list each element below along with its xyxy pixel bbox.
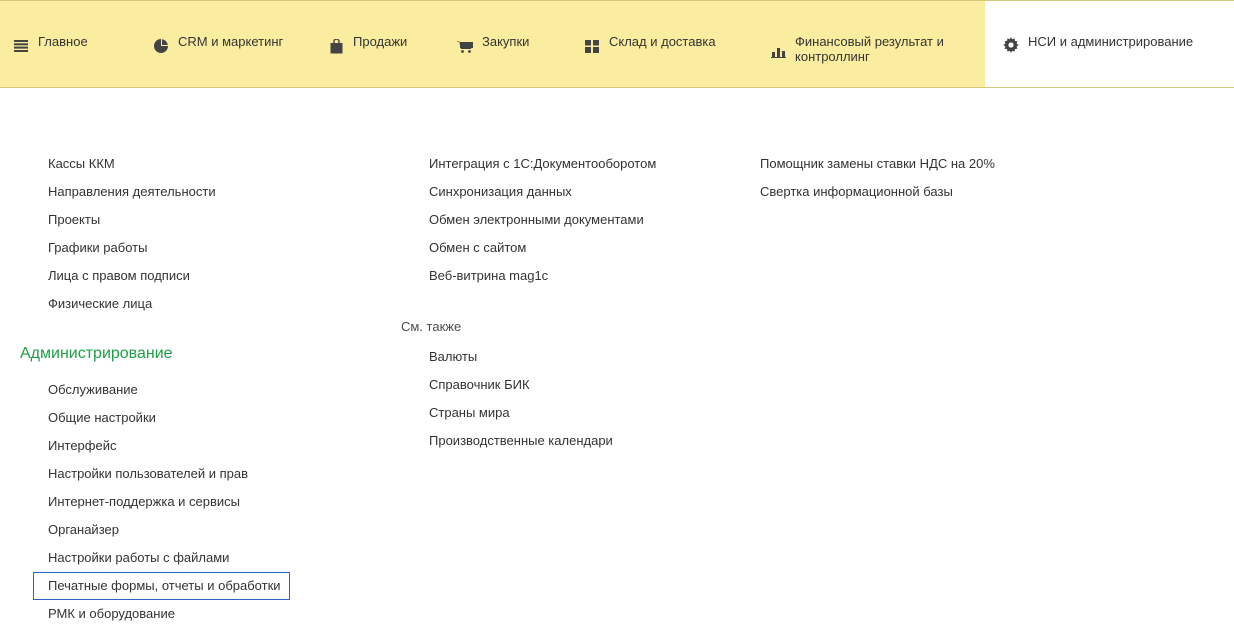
link-bik-directory[interactable]: Справочник БИК [429, 371, 613, 399]
link-production-calendars[interactable]: Производственные календари [429, 427, 613, 455]
link-individuals[interactable]: Физические лица [48, 290, 216, 318]
tab-label: Склад и доставка [609, 34, 716, 49]
link-file-settings[interactable]: Настройки работы с файлами [48, 544, 289, 572]
link-data-sync[interactable]: Синхронизация данных [429, 178, 656, 206]
link-print-forms-reports[interactable]: Печатные формы, отчеты и обработки [33, 572, 290, 600]
link-vat-rate-assistant[interactable]: Помощник замены ставки НДС на 20% [760, 150, 995, 178]
link-currencies[interactable]: Валюты [429, 343, 613, 371]
link-pos-equipment[interactable]: РМК и оборудование [48, 600, 289, 628]
tab-label: Продажи [353, 34, 408, 49]
link-user-rights-settings[interactable]: Настройки пользователей и прав [48, 460, 289, 488]
link-cash-registers[interactable]: Кассы ККМ [48, 150, 216, 178]
shopping-bag-icon [327, 37, 345, 55]
link-docflow-integration[interactable]: Интеграция с 1С:Документооборотом [429, 150, 656, 178]
section-title-administration: Администрирование [20, 345, 173, 362]
link-work-schedules[interactable]: Графики работы [48, 234, 216, 262]
link-edi-exchange[interactable]: Обмен электронными документами [429, 206, 656, 234]
link-infobase-compression[interactable]: Свертка информационной базы [760, 178, 995, 206]
link-general-settings[interactable]: Общие настройки [48, 404, 289, 432]
column-see-also: Валюты Справочник БИК Страны мира Произв… [429, 343, 613, 455]
link-organizer[interactable]: Органайзер [48, 516, 289, 544]
pie-chart-icon [152, 37, 170, 55]
link-web-showcase[interactable]: Веб-витрина mag1c [429, 262, 656, 290]
column-references: Кассы ККМ Направления деятельности Проек… [48, 150, 216, 318]
tab-main[interactable]: Главное [12, 1, 88, 87]
tab-crm-marketing[interactable]: CRM и маркетинг [152, 1, 283, 87]
tab-label: Закупки [482, 34, 530, 49]
tab-label: Главное [38, 34, 88, 49]
link-print-forms-reports-label: Печатные формы, отчеты и обработки [33, 572, 290, 600]
gear-icon [1002, 36, 1020, 54]
link-business-areas[interactable]: Направления деятельности [48, 178, 216, 206]
bar-chart-icon [769, 43, 787, 61]
link-maintenance[interactable]: Обслуживание [48, 376, 289, 404]
warehouse-icon [583, 37, 601, 55]
tab-sales[interactable]: Продажи [327, 1, 407, 87]
section-title-see-also: См. также [401, 319, 462, 334]
link-projects[interactable]: Проекты [48, 206, 216, 234]
column-services: Помощник замены ставки НДС на 20% Свертк… [760, 150, 995, 206]
top-navigation-bar: Главное CRM и маркетинг Продажи Закупки … [0, 0, 1234, 88]
tab-warehouse-delivery[interactable]: Склад и доставка [583, 1, 716, 87]
tab-financial-result[interactable]: Финансовый результат и контроллинг [769, 1, 967, 87]
column-integration: Интеграция с 1С:Документооборотом Синхро… [429, 150, 656, 290]
tab-label: Финансовый результат и контроллинг [795, 34, 944, 64]
link-site-exchange[interactable]: Обмен с сайтом [429, 234, 656, 262]
cart-icon [456, 37, 474, 55]
link-interface[interactable]: Интерфейс [48, 432, 289, 460]
tab-purchases[interactable]: Закупки [456, 1, 529, 87]
link-world-countries[interactable]: Страны мира [429, 399, 613, 427]
tab-nsi-administration[interactable]: НСИ и администрирование [985, 1, 1234, 87]
tab-label: CRM и маркетинг [178, 34, 284, 49]
menu-icon [12, 37, 30, 55]
link-internet-support[interactable]: Интернет-поддержка и сервисы [48, 488, 289, 516]
column-administration: Обслуживание Общие настройки Интерфейс Н… [33, 376, 290, 628]
tab-label: НСИ и администрирование [1028, 34, 1194, 49]
link-signatories[interactable]: Лица с правом подписи [48, 262, 216, 290]
